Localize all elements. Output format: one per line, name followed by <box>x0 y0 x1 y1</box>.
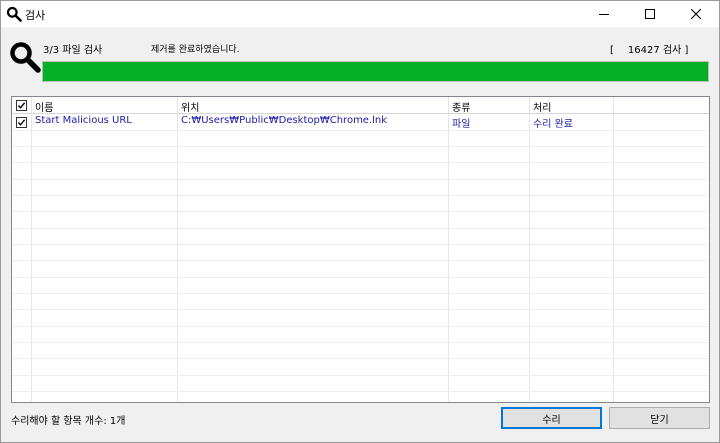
row-location[interactable]: C:₩Users₩Public₩Desktop₩Chrome.lnk <box>181 115 387 126</box>
maximize-button[interactable] <box>627 1 673 27</box>
column-header-location[interactable]: 위치 <box>181 99 199 114</box>
maximize-icon <box>645 9 655 19</box>
close-button[interactable]: 닫기 <box>609 407 710 429</box>
window-title: 검사 <box>25 9 46 22</box>
row-checkbox[interactable] <box>16 117 27 128</box>
close-icon <box>691 9 701 19</box>
progress-fill <box>43 62 708 81</box>
status-text: 제거를 완료하였습니다. <box>151 45 240 55</box>
minimize-button[interactable] <box>581 1 627 27</box>
scan-window: 검사 3/3 파일 검사 제거를 완료하였습니다. [16427 검사 ] 이름… <box>0 0 720 443</box>
row-name[interactable]: Start Malicious URL <box>35 115 132 126</box>
title-bar: 검사 <box>1 1 719 27</box>
column-header-type[interactable]: 종류 <box>452 99 470 114</box>
checkbox-checked-icon <box>17 102 26 109</box>
minimize-icon <box>599 14 609 15</box>
column-header-action[interactable]: 처리 <box>533 99 551 114</box>
row-action[interactable]: 수리 완료 <box>533 115 573 130</box>
checkbox-checked-icon <box>17 119 26 126</box>
search-icon <box>6 6 22 22</box>
results-list[interactable]: 이름 위치 종류 처리 Start Malicious URL C:₩Users… <box>11 96 710 403</box>
repair-button[interactable]: 수리 <box>501 407 602 429</box>
close-window-button[interactable] <box>673 1 719 27</box>
repair-count-text: 수리해야 할 항목 개수: 1개 <box>11 416 126 427</box>
scan-count-value: 16427 <box>627 45 660 56</box>
column-header-name[interactable]: 이름 <box>35 99 53 114</box>
progress-bar <box>42 61 709 82</box>
scan-count: [16427 검사 ] <box>610 45 689 56</box>
row-type[interactable]: 파일 <box>452 115 470 130</box>
search-icon <box>10 42 41 73</box>
progress-label: 3/3 파일 검사 <box>43 45 103 56</box>
select-all-checkbox[interactable] <box>16 100 27 111</box>
